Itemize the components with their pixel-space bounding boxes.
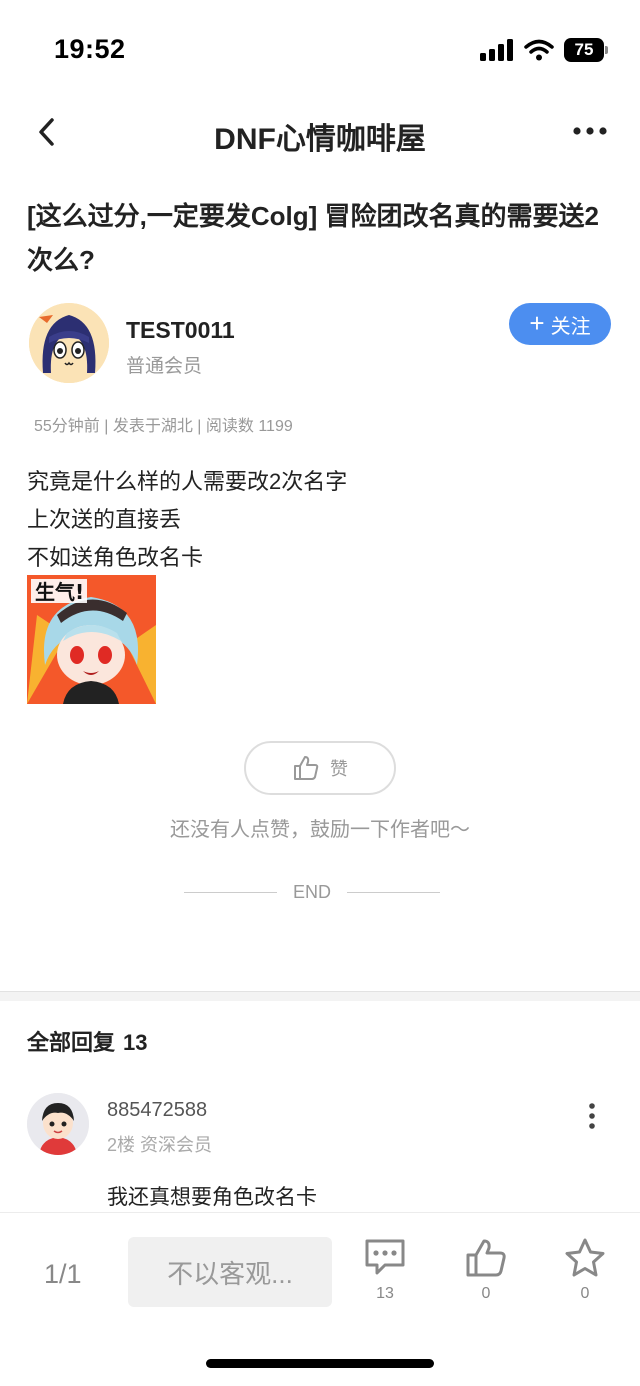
author-name[interactable]: TEST0011: [126, 317, 235, 344]
divider: [347, 891, 440, 893]
nav-bar: DNF心情咖啡屋: [0, 96, 640, 168]
body-line: 上次送的直接丢: [27, 507, 182, 532]
angry-girl-sticker: 生气!: [27, 575, 156, 704]
body-line: 究竟是什么样的人需要改2次名字: [27, 469, 348, 494]
thumbs-up-icon: [466, 1239, 506, 1277]
more-button[interactable]: [570, 116, 610, 146]
divider: [184, 891, 277, 893]
section-divider: [0, 991, 640, 1001]
end-label: END: [292, 881, 331, 902]
battery-level: 75: [564, 38, 604, 62]
thumbs-up-icon: [294, 756, 319, 780]
post-meta: 55分钟前 | 发表于湖北 | 阅读数 1199: [34, 418, 293, 435]
wifi-icon: [524, 39, 554, 61]
avatar-illustration: [27, 1093, 89, 1155]
page-indicator[interactable]: 1/1: [44, 1259, 82, 1290]
comment-button[interactable]: 13: [355, 1237, 415, 1303]
like-button[interactable]: 赞: [244, 741, 396, 795]
author-avatar[interactable]: [29, 303, 109, 383]
author-role: 普通会员: [126, 356, 203, 377]
favorite-count: 0: [580, 1285, 590, 1302]
more-vertical-icon: [589, 1103, 595, 1129]
status-icons: 75: [480, 38, 608, 62]
like-action-button[interactable]: 0: [456, 1237, 516, 1303]
reply-floor: 2楼 资深会员: [107, 1135, 213, 1155]
post-title: [这么过分,一定要发Colg] 冒险团改名真的需要送2次么?: [27, 201, 599, 275]
star-icon: [565, 1238, 605, 1277]
page-title: DNF心情咖啡屋: [214, 123, 426, 156]
battery-icon: 75: [564, 38, 608, 62]
replies-count: 13: [123, 1030, 148, 1055]
status-bar: 19:52 75: [0, 0, 640, 96]
sticker-image[interactable]: 生气!: [27, 575, 156, 704]
more-horizontal-icon: [573, 127, 607, 135]
follow-label: 关注: [550, 315, 591, 338]
end-marker: END: [184, 880, 440, 904]
reply-more-button[interactable]: [577, 1101, 607, 1131]
like-hint: 还没有人点赞，鼓励一下作者吧～: [170, 819, 470, 841]
plus-icon: +: [529, 307, 545, 338]
author-row: TEST0011 普通会员 + 关注: [29, 303, 611, 385]
reply-username[interactable]: 885472588: [107, 1099, 207, 1122]
follow-button[interactable]: + 关注: [509, 303, 611, 345]
reply-text: 我还真想要角色改名卡: [107, 1186, 317, 1209]
like-count: 0: [481, 1285, 491, 1302]
body-line: 不如送角色改名卡: [27, 545, 204, 570]
signal-icon: [480, 39, 513, 61]
reply-avatar[interactable]: [27, 1093, 89, 1155]
reply-input[interactable]: 不以客观...: [128, 1237, 332, 1307]
replies-header: 全部回复 13: [27, 1025, 148, 1057]
home-indicator: [206, 1359, 434, 1368]
replies-title: 全部回复: [27, 1030, 116, 1055]
bottom-bar: 1/1 不以客观... 13 0 0: [0, 1212, 640, 1386]
comment-icon: [365, 1239, 405, 1275]
favorite-button[interactable]: 0: [555, 1237, 615, 1303]
avatar-illustration: [29, 303, 109, 383]
like-label: 赞: [330, 759, 348, 779]
comment-count: 13: [376, 1285, 394, 1302]
post-body: 究竟是什么样的人需要改2次名字 上次送的直接丢 不如送角色改名卡: [27, 463, 347, 577]
reply-item: 885472588 2楼 资深会员 我还真想要角色改名卡: [27, 1093, 613, 1213]
sticker-text: 生气!: [35, 580, 84, 604]
status-time: 19:52: [54, 34, 126, 64]
